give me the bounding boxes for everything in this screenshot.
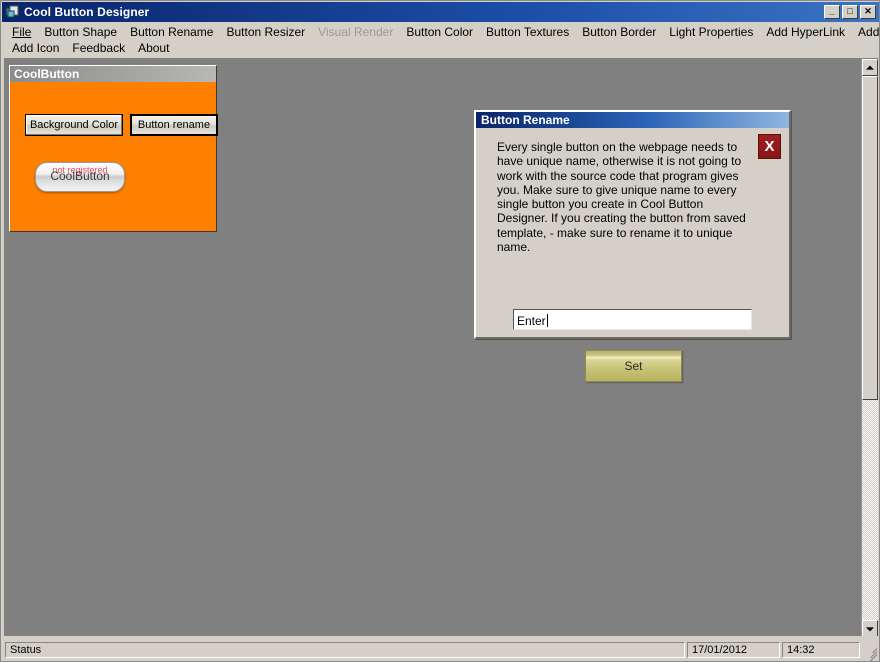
coolbutton-panel-caption: CoolButton [10,66,216,82]
menu-item-button-shape[interactable]: Button Shape [38,24,124,40]
menu-item-file[interactable]: File [6,24,38,40]
dialog-close-button[interactable]: X [758,134,781,159]
scroll-down-button[interactable] [862,620,878,636]
status-message: Status [5,642,685,658]
vertical-scrollbar[interactable] [861,59,878,636]
menu-row-secondary: Add Icon Feedback About [6,40,879,56]
status-time: 14:32 [782,642,860,658]
menu-item-button-textures[interactable]: Button Textures [480,24,576,40]
menu-item-button-rename[interactable]: Button Rename [124,24,220,40]
app-icon [5,5,21,20]
menu-item-visual-render: Visual Render [318,25,394,39]
button-rename-button[interactable]: Button rename [130,114,218,136]
text-caret [546,314,548,327]
window-titlebar[interactable]: Cool Button Designer _ □ ✕ [2,2,879,22]
scrollbar-thumb[interactable] [862,76,878,400]
menu-item-button-color[interactable]: Button Color [400,24,480,40]
coolbutton-panel: CoolButton Background Color Button renam… [9,65,218,232]
application-window: Cool Button Designer _ □ ✕ File Button S… [0,0,880,662]
menu-item-about[interactable]: About [132,40,176,56]
dialog-message: Every single button on the webpage needs… [497,140,746,255]
resize-grip-icon[interactable] [862,642,878,661]
maximize-icon: □ [847,6,853,16]
close-button[interactable]: ✕ [860,5,876,19]
menu-item-button-border[interactable]: Button Border [576,24,663,40]
menu-row-primary: File Button Shape Button Rename Button R… [6,24,879,40]
dialog-titlebar[interactable]: Button Rename [476,112,789,128]
coolbutton-preview[interactable]: not registered CoolButton [35,162,125,192]
window-controls: _ □ ✕ [824,5,876,19]
button-rename-dialog: Button Rename X Every single button on t… [474,110,791,382]
chevron-down-icon [866,626,874,631]
status-bar: Status 17/01/2012 14:32 [2,640,879,661]
window-title: Cool Button Designer [24,5,150,19]
coolbutton-panel-body[interactable]: Background Color Button rename not regis… [10,82,218,231]
button-name-input[interactable]: Enter [513,309,752,330]
scroll-up-button[interactable] [862,59,878,76]
menu-item-add-icon[interactable]: Add Icon [6,40,66,56]
minimize-icon: _ [829,6,835,16]
workspace-canvas[interactable]: CoolButton Background Color Button renam… [4,58,878,636]
button-name-input-value: Enter [517,313,546,328]
background-color-button[interactable]: Background Color [25,114,123,136]
coolbutton-preview-label: CoolButton [50,169,110,183]
close-icon: ✕ [864,6,872,16]
menu-item-feedback[interactable]: Feedback [66,40,132,56]
menu-item-button-resizer[interactable]: Button Resizer [220,24,312,40]
menu-item-light-properties[interactable]: Light Properties [663,24,760,40]
chevron-up-icon [866,65,874,70]
menu-bar: File Button Shape Button Rename Button R… [2,22,879,56]
maximize-button[interactable]: □ [842,5,858,19]
set-button[interactable]: Set [585,350,682,382]
menu-item-add-text[interactable]: Add Text [852,24,879,40]
minimize-button[interactable]: _ [824,5,840,19]
status-date: 17/01/2012 [687,642,780,658]
menu-item-add-hyperlink[interactable]: Add HyperLink [760,24,852,40]
